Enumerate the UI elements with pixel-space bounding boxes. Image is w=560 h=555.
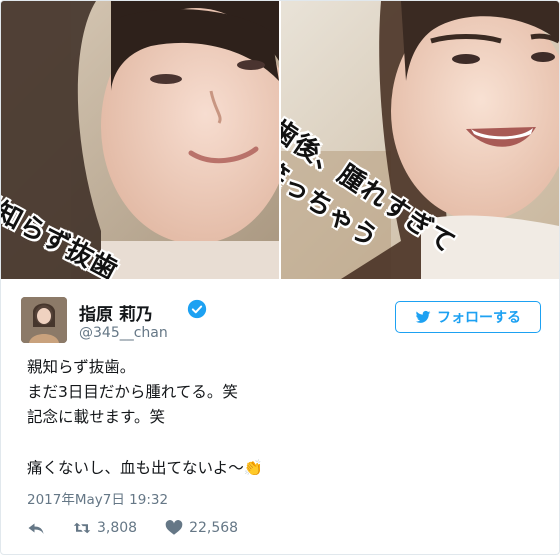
retweet-icon [73, 522, 91, 534]
tweet-actions: 3,808 22,568 [27, 517, 266, 539]
follow-button-label: フォローする [437, 310, 521, 326]
like-count: 22,568 [189, 520, 239, 536]
heart-icon [165, 520, 183, 535]
verified-badge-icon [187, 299, 207, 319]
photo-left[interactable]: 親知らず抜歯 [1, 1, 279, 279]
tweet-line: 親知らず抜歯。 [27, 358, 136, 376]
tweet-card: 親知らず抜歯 歯後、腫れすぎて 笑っちゃう 指原 莉乃 @345__chan フ… [0, 0, 560, 555]
user-name[interactable]: 指原 莉乃 [79, 300, 153, 325]
tweet-text: 親知らず抜歯。 まだ3日目だから腫れてる。笑 記念に載せます。笑 痛くないし、血… [27, 355, 263, 481]
tweet-line: まだ3日目だから腫れてる。笑 [27, 383, 238, 401]
user-handle[interactable]: @345__chan [79, 325, 168, 341]
tweet-photos: 親知らず抜歯 歯後、腫れすぎて 笑っちゃう [1, 1, 559, 279]
retweet-count: 3,808 [97, 520, 138, 536]
reply-button[interactable] [27, 520, 45, 536]
tweet-line: 記念に載せます。笑 [27, 408, 165, 426]
like-button[interactable]: 22,568 [165, 520, 238, 536]
tweet-timestamp[interactable]: 2017年May7日 19:32 [27, 488, 168, 508]
twitter-bird-icon [415, 310, 431, 323]
avatar-image [21, 297, 67, 343]
tweet-line: 痛くないし、血も出てないよ〜👏 [27, 459, 263, 477]
avatar[interactable] [21, 297, 67, 343]
reply-icon [28, 523, 44, 534]
tweet-header: 指原 莉乃 @345__chan フォローする [21, 297, 541, 347]
retweet-button[interactable]: 3,808 [73, 520, 137, 536]
follow-button[interactable]: フォローする [395, 301, 541, 333]
photo-right[interactable]: 歯後、腫れすぎて 笑っちゃう [281, 1, 559, 279]
